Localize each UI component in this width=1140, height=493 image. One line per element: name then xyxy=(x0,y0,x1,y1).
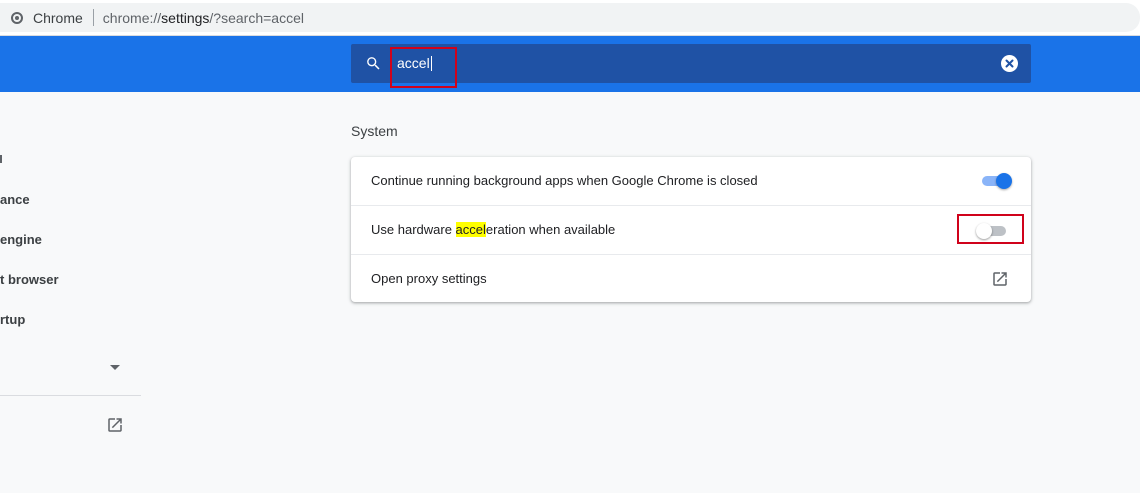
setting-row-proxy[interactable]: Open proxy settings xyxy=(351,254,1031,303)
setting-label: Use hardware acceleration when available xyxy=(371,222,615,237)
url-host: settings xyxy=(161,9,210,26)
sidebar-item-on-startup[interactable]: rtup xyxy=(0,312,25,327)
clear-search-icon[interactable] xyxy=(1001,55,1018,72)
section-title-system: System xyxy=(351,123,398,139)
site-name: Chrome xyxy=(33,9,83,26)
label-text: eration when available xyxy=(485,222,616,237)
address-bar: Chrome chrome://settings/?search=accel xyxy=(0,0,1140,36)
setting-row-background-apps[interactable]: Continue running background apps when Go… xyxy=(351,157,1031,206)
url-text[interactable]: chrome://settings/?search=accel xyxy=(103,10,304,26)
background-apps-toggle[interactable] xyxy=(980,173,1012,189)
setting-row-hardware-acceleration[interactable]: Use hardware acceleration when available xyxy=(351,205,1031,254)
open-in-new-icon[interactable] xyxy=(991,270,1009,288)
settings-header: accel xyxy=(0,36,1140,92)
url-path: /?search=accel xyxy=(209,9,304,26)
annotation-box-toggle xyxy=(957,214,1024,244)
address-separator xyxy=(92,9,94,26)
setting-label: Continue running background apps when Go… xyxy=(371,173,758,188)
search-icon[interactable] xyxy=(365,55,382,72)
sidebar-item-appearance[interactable]: ance xyxy=(0,192,30,207)
sidebar-item-partial xyxy=(0,155,2,163)
open-in-new-icon[interactable] xyxy=(106,416,124,434)
caret-down-icon[interactable] xyxy=(110,365,120,370)
toggle-knob xyxy=(996,173,1012,189)
sidebar: ance engine t browser rtup xyxy=(0,92,141,493)
sidebar-item-default-browser[interactable]: t browser xyxy=(0,272,59,287)
chrome-logo-icon xyxy=(11,11,23,24)
search-match-highlight: accel xyxy=(455,222,486,237)
annotation-box-search xyxy=(390,47,457,88)
sidebar-item-search-engine[interactable]: engine xyxy=(0,232,42,247)
url-scheme: chrome:// xyxy=(102,9,162,26)
omnibox[interactable]: Chrome chrome://settings/?search=accel xyxy=(0,3,1140,32)
system-settings-card: Continue running background apps when Go… xyxy=(351,157,1031,302)
label-text: Use hardware xyxy=(371,222,456,237)
setting-label: Open proxy settings xyxy=(371,271,487,286)
sidebar-divider xyxy=(0,395,141,396)
